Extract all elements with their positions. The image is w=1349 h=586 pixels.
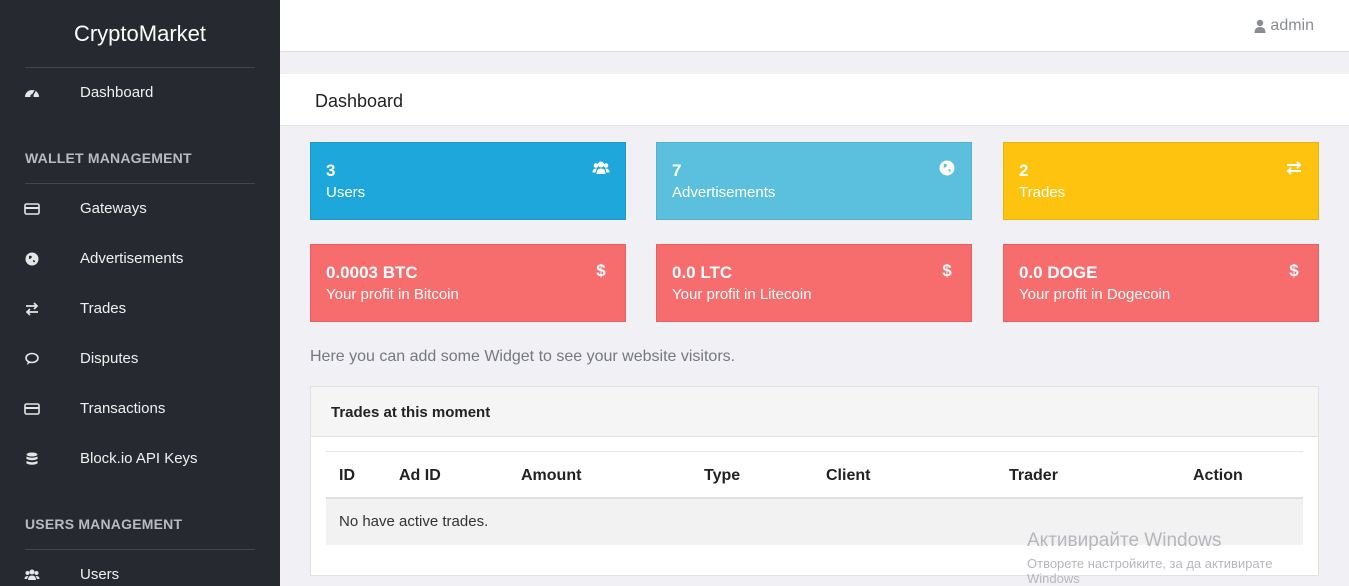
- credit-card-icon: [24, 403, 40, 415]
- brand-logo[interactable]: CryptoMarket: [25, 0, 255, 68]
- sidebar-item-gateways[interactable]: Gateways: [0, 194, 280, 224]
- panel-header: Trades at this moment: [311, 387, 1318, 437]
- user-icon: [1254, 19, 1266, 33]
- column-header-id[interactable]: ID: [339, 467, 355, 485]
- stat-profit-bitcoin[interactable]: 0.0003 BTC Your profit in Bitcoin $: [310, 244, 626, 322]
- sidebar-item-block-io-api-keys[interactable]: Block.io API Keys: [0, 444, 280, 474]
- panel-title: Trades at this moment: [331, 404, 491, 421]
- stat-value: 0.0 DOGE: [1019, 263, 1098, 282]
- credit-card-icon: [24, 203, 40, 215]
- dollar-icon: $: [942, 261, 952, 279]
- globe-icon: [939, 160, 955, 176]
- stat-profit-dogecoin[interactable]: 0.0 DOGE Your profit in Dogecoin $: [1003, 244, 1319, 322]
- stat-users[interactable]: 3 Users: [310, 142, 626, 220]
- stat-value: 2: [1019, 161, 1029, 180]
- user-name: admin: [1270, 17, 1314, 34]
- sidebar-item-advertisements[interactable]: Advertisements: [0, 244, 280, 274]
- globe-icon: [25, 252, 39, 266]
- windows-activation-watermark: Активирайте Windows Отворете настройките…: [1027, 530, 1272, 586]
- stat-value: 7: [672, 161, 682, 180]
- page-title: Dashboard: [315, 91, 404, 111]
- divider: [25, 67, 255, 68]
- watermark-subtitle-cont: Windows: [1027, 571, 1080, 586]
- section-users-management: USERS MANAGEMENT: [25, 516, 183, 532]
- stat-label: Your profit in Bitcoin: [326, 286, 459, 303]
- page-header: Dashboard: [280, 74, 1349, 126]
- stat-value: 3: [326, 161, 336, 180]
- exchange-icon: [1286, 161, 1302, 175]
- empty-message: No have active trades.: [339, 513, 489, 530]
- sidebar-item-label: Gateways: [80, 200, 147, 217]
- column-header-client[interactable]: Client: [826, 467, 870, 485]
- stat-label: Users: [326, 184, 366, 201]
- stat-advertisements[interactable]: 7 Advertisements: [656, 142, 972, 220]
- column-header-amount[interactable]: Amount: [521, 467, 581, 485]
- sidebar-item-label: Block.io API Keys: [80, 450, 198, 467]
- sidebar-item-label: Disputes: [80, 350, 139, 367]
- top-bar: admin: [280, 0, 1349, 52]
- column-header-action[interactable]: Action: [1193, 467, 1243, 485]
- sidebar-item-transactions[interactable]: Transactions: [0, 394, 280, 424]
- svg-text:$: $: [1289, 261, 1299, 279]
- sidebar-item-users[interactable]: Users: [0, 560, 280, 586]
- section-wallet-management: WALLET MANAGEMENT: [25, 150, 192, 166]
- stat-label: Advertisements: [672, 184, 776, 201]
- column-header-type[interactable]: Type: [704, 467, 740, 485]
- svg-text:$: $: [942, 261, 952, 279]
- sidebar-item-label: Dashboard: [80, 84, 154, 101]
- stat-trades[interactable]: 2 Trades: [1003, 142, 1319, 220]
- stat-label: Trades: [1019, 184, 1066, 201]
- dollar-icon: $: [596, 261, 606, 279]
- stat-value: 0.0 LTC: [672, 263, 733, 282]
- divider: [25, 183, 255, 184]
- sidebar-item-disputes[interactable]: Disputes: [0, 344, 280, 374]
- table-header: ID Ad ID Amount Type Client Trader Actio…: [326, 451, 1303, 499]
- database-icon: [26, 452, 38, 465]
- users-icon: [592, 161, 610, 174]
- widget-note: Here you can add some Widget to see your…: [310, 348, 736, 365]
- sidebar-item-label: Advertisements: [80, 250, 184, 267]
- user-menu[interactable]: admin: [1254, 17, 1314, 35]
- stat-value: 0.0003 BTC: [326, 263, 418, 282]
- watermark-title: Активирайте Windows: [1027, 530, 1222, 551]
- comment-icon: [25, 352, 39, 365]
- sidebar-item-label: Transactions: [80, 400, 166, 417]
- svg-text:$: $: [596, 261, 606, 279]
- dashboard-icon: [25, 90, 39, 98]
- sidebar-item-label: Trades: [80, 300, 127, 317]
- watermark-subtitle: Отворете настройките, за да активирате: [1027, 556, 1273, 571]
- users-icon: [24, 569, 40, 580]
- stat-label: Your profit in Dogecoin: [1019, 286, 1171, 303]
- sidebar: CryptoMarket Dashboard WALLET MANAGEMENT…: [0, 0, 280, 586]
- dollar-icon: $: [1289, 261, 1299, 279]
- sidebar-item-trades[interactable]: Trades: [0, 294, 280, 324]
- sidebar-item-label: Users: [80, 566, 120, 583]
- column-header-trader[interactable]: Trader: [1009, 467, 1058, 485]
- divider: [25, 549, 255, 550]
- sidebar-item-dashboard[interactable]: Dashboard: [0, 78, 280, 108]
- stat-profit-litecoin[interactable]: 0.0 LTC Your profit in Litecoin $: [656, 244, 972, 322]
- exchange-icon: [25, 302, 39, 316]
- column-header-ad-id[interactable]: Ad ID: [399, 467, 441, 485]
- stat-label: Your profit in Litecoin: [672, 286, 812, 303]
